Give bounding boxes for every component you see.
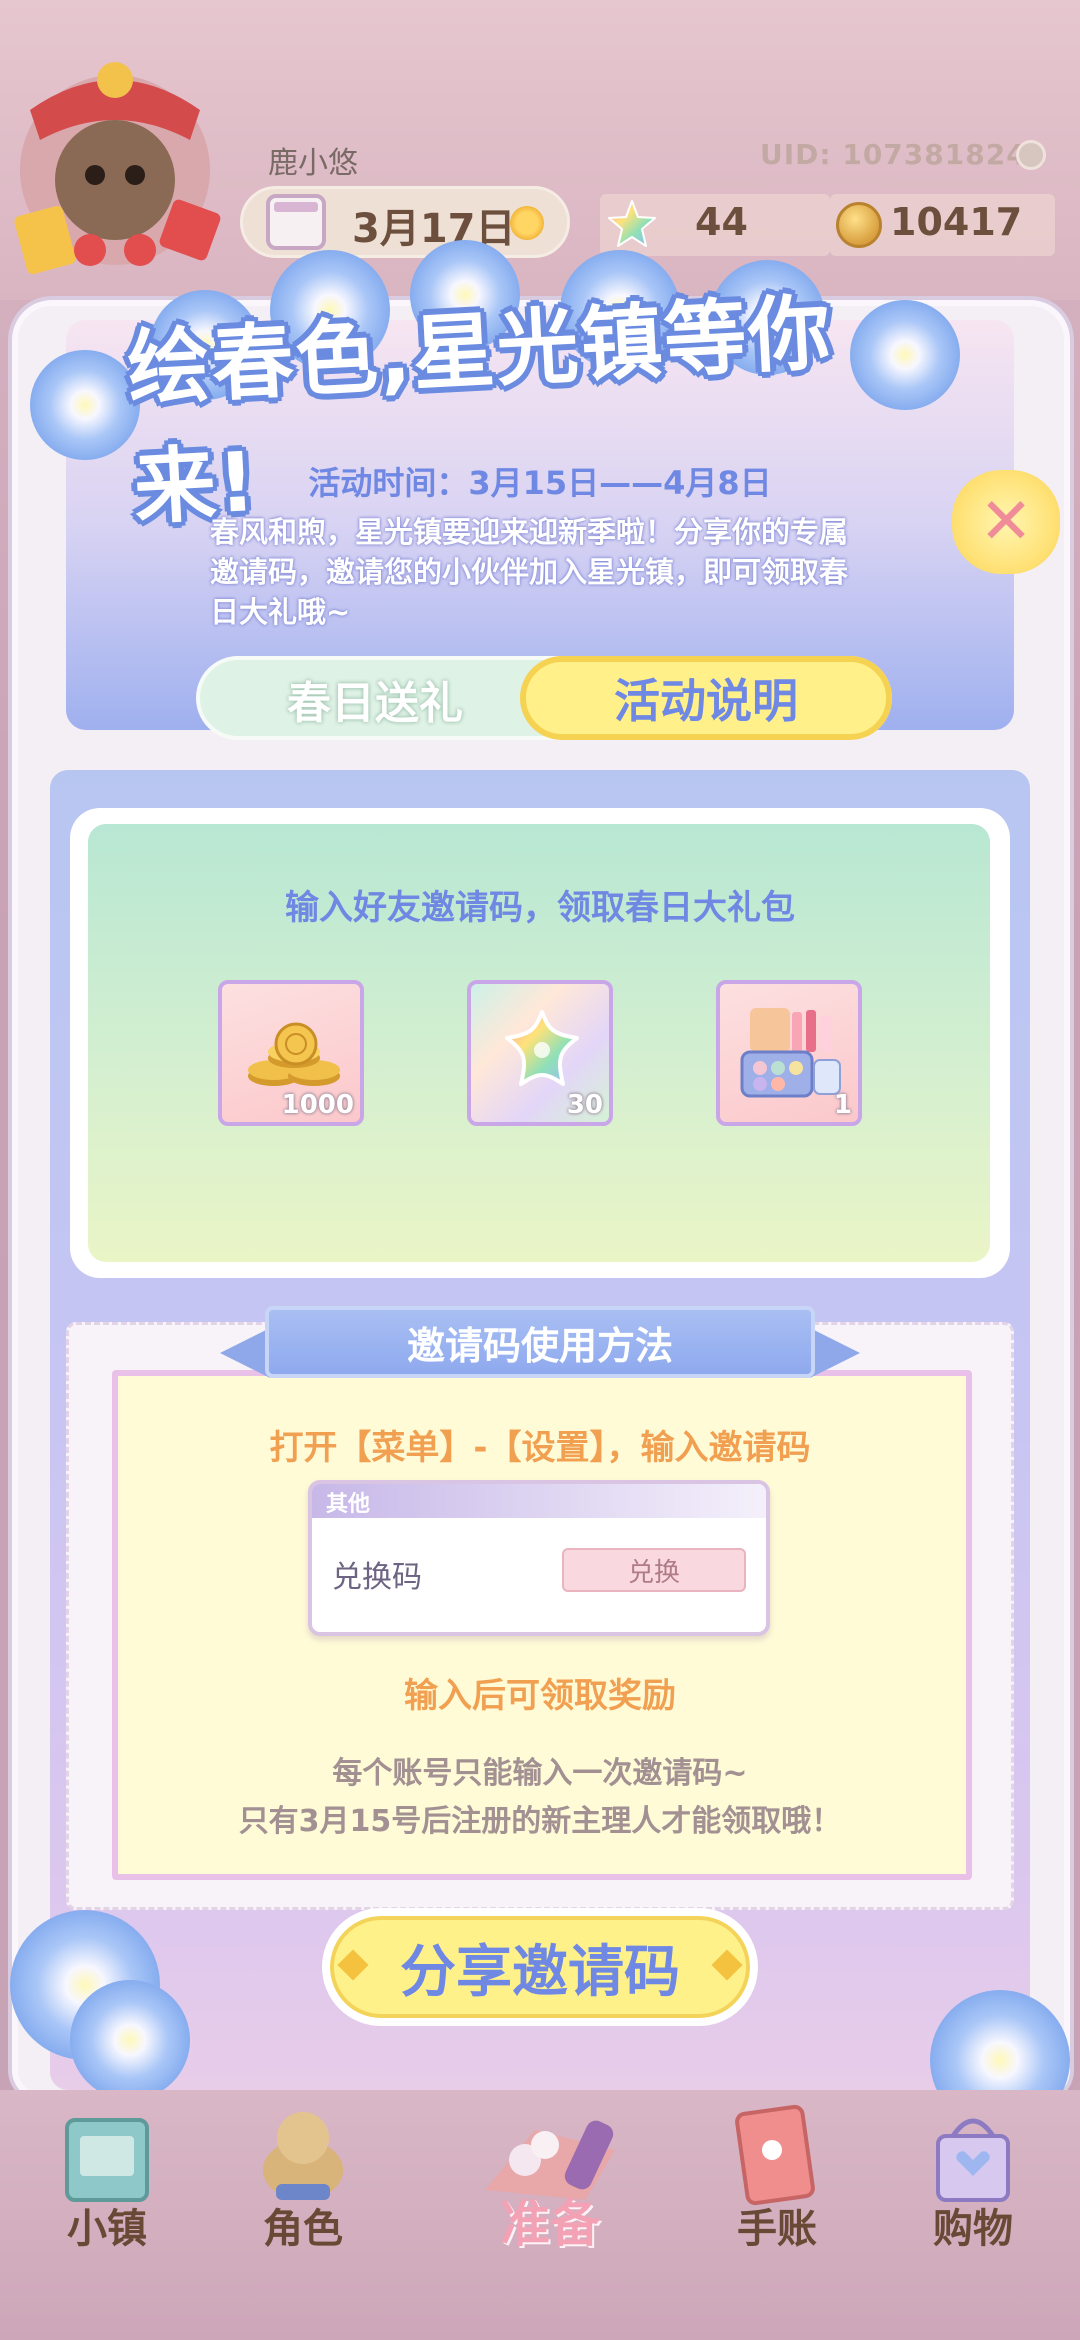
usage-step-2: 输入后可领取奖励 [404,1676,676,1716]
tab-spring-gift[interactable]: 春日送礼 [230,664,520,734]
nav-label-shopping: 购物 [933,2206,1013,2252]
reward-qty: 1000 [281,1090,354,1120]
calendar-icon [266,194,326,250]
nav-label-town: 小镇 [67,2206,147,2252]
town-icon [65,2118,149,2202]
rainbow-star-icon [606,198,658,250]
rainbow-star-icon [505,1010,579,1086]
character-icon [263,2112,343,2200]
reward-item-coins[interactable]: 1000 [218,980,364,1126]
redeem-code-label: 兑换码 [332,1560,422,1595]
usage-note-1: 每个账号只能输入一次邀请码~ [332,1756,748,1791]
shopping-icon [936,2118,1010,2202]
reward-qty: 1 [833,1090,852,1120]
coin-icon [836,202,882,248]
close-icon: ✕ [979,485,1033,559]
reward-item-makeup-kit[interactable]: 1 [716,980,862,1126]
nav-label-prepare: 准备 [500,2195,600,2253]
reward-item-stars[interactable]: 30 [467,980,613,1126]
usage-title: 邀请码使用方法 [265,1306,815,1378]
journal-icon [735,2104,815,2206]
share-invite-code-button[interactable]: 分享邀请码 [322,1908,758,2026]
star-count: 44 [695,200,748,244]
player-uid: UID: 1073818242 [760,138,1048,171]
event-intro: 春风和煦，星光镇要迎来迎新季啦！分享你的专属邀请码，邀请您的小伙伴加入星光镇，即… [210,515,849,629]
nav-label-character: 角色 [263,2206,343,2252]
date-text: 3月17日 [352,206,516,252]
flower-decoration [30,350,140,460]
usage-step-1: 打开【菜单】-【设置】，输入邀请码 [269,1428,811,1468]
flower-decoration [70,1980,190,2100]
tab-event-info[interactable]: 活动说明 [520,656,892,740]
copy-uid-icon[interactable] [1016,140,1046,170]
player-avatar[interactable] [0,40,230,290]
player-name: 鹿小悠 [268,146,358,181]
usage-note-2: 只有3月15号后注册的新主理人才能领取哦！ [238,1804,842,1839]
coin-count: 10417 [890,200,1023,244]
close-button[interactable]: ✕ [952,470,1060,574]
reward-qty: 30 [566,1090,603,1120]
sun-weather-icon [510,206,544,240]
gift-heading: 输入好友邀请码，领取春日大礼包 [285,888,795,928]
event-time: 活动时间：3月15日——4月8日 [308,464,772,502]
nav-label-journal: 手账 [737,2206,817,2252]
settings-example-header-text: 其他 [326,1492,371,1517]
redeem-example-button: 兑换 [562,1548,746,1592]
gold-coins-icon [248,1022,340,1086]
settings-example-header [312,1484,766,1518]
